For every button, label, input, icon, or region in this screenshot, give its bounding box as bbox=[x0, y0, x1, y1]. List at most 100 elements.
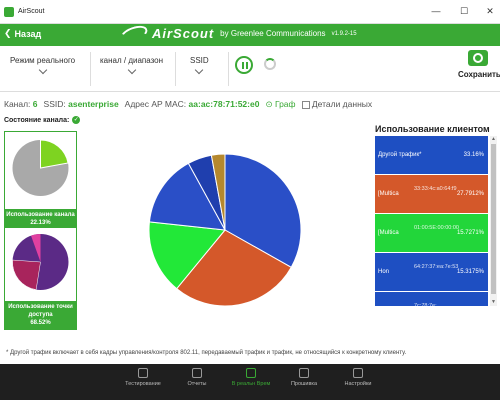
chevron-down-icon bbox=[38, 65, 47, 75]
footnote: * Другой трафик включает в себя кадры уп… bbox=[6, 350, 407, 356]
chevron-left-icon: ❮ bbox=[4, 28, 12, 38]
scroll-up-icon[interactable]: ▲ bbox=[491, 137, 496, 142]
channel-value: 6 bbox=[32, 99, 38, 109]
mode-dropdown[interactable]: Режим реального bbox=[10, 56, 76, 75]
scroll-down-icon[interactable]: ▼ bbox=[491, 300, 496, 305]
channel-usage-value: 22.13% bbox=[30, 220, 51, 226]
mac-label: Адрес AP MAC: bbox=[124, 99, 187, 109]
camera-icon bbox=[468, 50, 488, 66]
nav-item-1[interactable]: Отчеты bbox=[172, 368, 222, 387]
firmware-icon bbox=[299, 368, 309, 378]
client-mac: 7c:78:7e: bbox=[414, 303, 437, 306]
client-usage-pie-chart bbox=[148, 153, 302, 307]
brand-version: v1.9.2-15 bbox=[331, 30, 357, 37]
test-icon bbox=[138, 368, 148, 378]
nav-item-label: Отчеты bbox=[187, 381, 207, 387]
close-button[interactable]: ✕ bbox=[484, 6, 496, 17]
chevron-down-icon bbox=[195, 65, 204, 75]
back-button[interactable]: ❮ Назад bbox=[4, 28, 41, 39]
realtime-icon bbox=[246, 368, 256, 378]
nav-item-0[interactable]: Тестирование bbox=[118, 368, 168, 387]
graph-tab[interactable]: ⊙ Граф bbox=[265, 99, 295, 110]
ssid-dropdown-label: SSID bbox=[190, 56, 209, 65]
brand-name: AirScout bbox=[152, 26, 215, 41]
channel-state-label: Состояние канала: bbox=[4, 116, 70, 124]
ssid-value: asenterprise bbox=[68, 99, 119, 109]
client-usage-list: Другой трафик* 33.16% [Multica 33:33:4c:a0:… bbox=[375, 136, 488, 306]
settings-icon bbox=[353, 368, 363, 378]
scroll-thumb[interactable] bbox=[491, 144, 496, 294]
pause-button[interactable] bbox=[235, 56, 253, 74]
client-name: [Multica bbox=[378, 191, 399, 197]
divider bbox=[90, 52, 91, 86]
ap-usage-value: 68.52% bbox=[30, 320, 51, 326]
client-usage-title: Использование клиентом bbox=[375, 124, 490, 134]
swoosh-icon bbox=[118, 22, 150, 45]
divider bbox=[175, 52, 176, 86]
nav-item-2[interactable]: В реальн Врем bbox=[226, 368, 276, 387]
chevron-down-icon bbox=[127, 65, 136, 75]
client-usage-row[interactable]: Hon 64:27:37:ea:7e:53 15.3175% bbox=[375, 253, 488, 291]
channel-label: Канал: bbox=[4, 99, 31, 109]
mode-label: Режим реального bbox=[10, 56, 76, 65]
grid-icon bbox=[301, 100, 310, 109]
back-label: Назад bbox=[14, 28, 42, 39]
nav-item-4[interactable]: Настройки bbox=[333, 368, 383, 387]
nav-item-label: Тестирование bbox=[125, 381, 161, 387]
channel-band-label: канал / диапазон bbox=[100, 56, 164, 65]
channel-usage-pie bbox=[12, 139, 69, 196]
client-usage-scrollbar[interactable]: ▲ ▼ bbox=[490, 136, 497, 306]
client-percent: 33.16% bbox=[463, 152, 484, 158]
mac-value: aa:ac:78:71:52:e0 bbox=[188, 99, 260, 109]
ssid-dropdown[interactable]: SSID bbox=[190, 56, 209, 75]
save-button[interactable]: Сохранить bbox=[458, 50, 500, 79]
graph-icon: ⊙ bbox=[265, 99, 273, 109]
ap-usage-pie bbox=[12, 233, 69, 290]
ssid-label: SSID: bbox=[43, 99, 66, 109]
window-title: AirScout bbox=[18, 8, 45, 15]
graph-label: Граф bbox=[274, 99, 296, 109]
channel-usage-caption: Использование канала 22.13% bbox=[5, 209, 76, 229]
channel-usage-card: Использование канала 22.13% bbox=[4, 131, 77, 230]
channel-state: Состояние канала: ✓ bbox=[4, 116, 81, 124]
window-titlebar: AirScout — ☐ ✕ bbox=[0, 0, 500, 24]
client-mac: 64:27:37:ea:7e:53 bbox=[414, 264, 459, 270]
divider bbox=[228, 52, 229, 86]
bottom-navigation: Тестирование Отчеты В реальн Врем Прошивка Н… bbox=[0, 364, 500, 400]
ap-usage-card: Использование точки доступа 68.52% bbox=[4, 227, 77, 330]
client-usage-row[interactable]: [Multica 01:00:5E:00:00:00 15.7271% bbox=[375, 214, 488, 252]
loading-spinner-icon bbox=[264, 58, 276, 70]
brand-logo: AirScout by Greenlee Communications v1.9… bbox=[118, 22, 357, 45]
ap-usage-label: Использование точки доступа bbox=[8, 304, 73, 318]
client-name: Другой трафик* bbox=[378, 152, 422, 158]
pie-slice bbox=[40, 139, 69, 169]
client-mac: 33:33:4c:a0:64:f9 bbox=[414, 186, 457, 192]
channel-usage-label: Использование канала bbox=[6, 212, 75, 218]
client-percent: 15.7271% bbox=[456, 230, 484, 236]
client-name: Hon bbox=[378, 269, 390, 275]
nav-item-3[interactable]: Прошивка bbox=[279, 368, 329, 387]
nav-item-label: Прошивка bbox=[290, 381, 318, 387]
save-label: Сохранить bbox=[458, 70, 500, 79]
ap-usage-caption: Использование точки доступа 68.52% bbox=[5, 301, 76, 329]
details-label: Детали данных bbox=[311, 99, 373, 109]
channel-band-dropdown[interactable]: канал / диапазон bbox=[100, 56, 164, 75]
app-header: ❮ Назад AirScout by Greenlee Communicati… bbox=[0, 22, 500, 46]
nav-item-label: В реальн Врем bbox=[231, 381, 271, 387]
client-usage-row[interactable]: Другой трафик* 33.16% bbox=[375, 136, 488, 174]
maximize-button[interactable]: ☐ bbox=[458, 6, 470, 17]
brand-by: by Greenlee Communications bbox=[220, 29, 326, 38]
pie-slice bbox=[12, 259, 41, 290]
reports-icon bbox=[192, 368, 202, 378]
client-usage-row[interactable]: [Multica 33:33:4c:a0:64:f9 27.7912% bbox=[375, 175, 488, 213]
client-percent: 27.7912% bbox=[456, 191, 484, 197]
client-name: [Multica bbox=[378, 230, 399, 236]
details-tab[interactable]: Детали данных bbox=[301, 99, 373, 110]
app-icon bbox=[4, 6, 14, 17]
client-mac: 01:00:5E:00:00:00 bbox=[414, 225, 459, 231]
client-percent: 15.3175% bbox=[456, 269, 484, 275]
minimize-button[interactable]: — bbox=[430, 6, 442, 16]
nav-item-label: Настройки bbox=[344, 381, 372, 387]
client-usage-row[interactable]: Samsung7c:78:7e:5.1191% bbox=[375, 292, 488, 306]
check-icon: ✓ bbox=[72, 116, 81, 124]
